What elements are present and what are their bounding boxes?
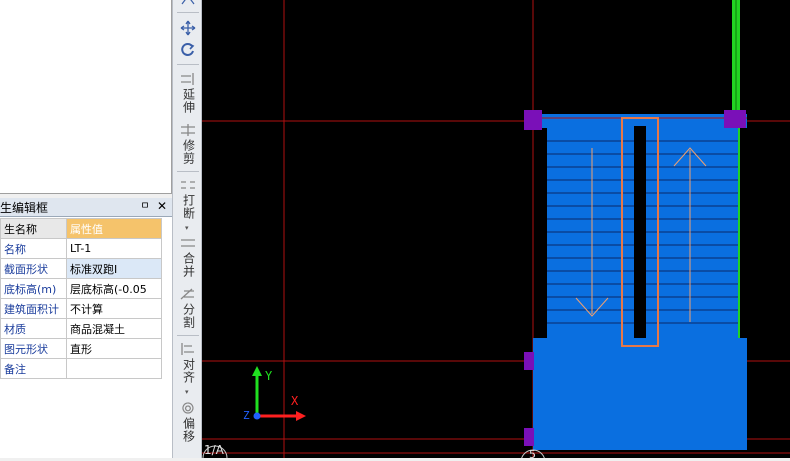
axis-z-label: Z: [243, 409, 250, 422]
modify-toolbar: 延伸 修剪 打断 ▾ 合并 分割 对齐 ▾ 偏移: [172, 0, 202, 458]
toolbar-label-trim[interactable]: 修剪: [180, 139, 196, 169]
break-label: 打断: [181, 194, 196, 220]
column-marker[interactable]: [524, 110, 542, 130]
align-label: 对齐: [181, 358, 196, 384]
property-value[interactable]: 标准双跑I: [66, 258, 162, 279]
drawing-canvas[interactable]: Y X Z 1/A 5: [202, 0, 790, 461]
column-marker[interactable]: [724, 110, 746, 128]
canvas-svg: [202, 0, 790, 458]
toolbar-label-merge[interactable]: 合并: [180, 252, 196, 282]
pin-icon[interactable]: ㅁ: [140, 200, 150, 213]
header-value-col: 属性值: [66, 218, 162, 239]
property-row[interactable]: 材质 商品混凝土: [0, 318, 162, 339]
property-name: 图元形状: [0, 338, 67, 359]
stair-landing-bottom[interactable]: [533, 338, 747, 450]
extend-icon[interactable]: [180, 72, 196, 86]
grid-label-bottom: 5: [529, 448, 536, 461]
move-icon[interactable]: [180, 20, 196, 36]
toolbar-separator: [177, 171, 199, 172]
property-value[interactable]: 不计算: [66, 298, 162, 319]
property-value[interactable]: LT-1: [66, 238, 162, 259]
axis-y-label: Y: [265, 369, 273, 383]
split-label: 分割: [181, 303, 196, 329]
offset-label: 偏移: [181, 417, 196, 443]
break-icon[interactable]: [180, 178, 196, 192]
header-name-col: 生名称: [0, 218, 67, 239]
toolbar-label-break[interactable]: 打断: [180, 194, 196, 224]
property-value[interactable]: 层底标高(-0.05: [66, 278, 162, 299]
column-marker[interactable]: [524, 428, 534, 446]
property-name: 名称: [0, 238, 67, 259]
split-icon[interactable]: [180, 287, 196, 301]
stair-well: [634, 126, 646, 338]
toolbar-label-extend[interactable]: 延伸: [180, 88, 196, 118]
dropdown-arrow-icon[interactable]: ▾: [185, 388, 189, 396]
property-name: 材质: [0, 318, 67, 339]
property-value[interactable]: 直形: [66, 338, 162, 359]
property-row[interactable]: 建筑面积计 不计算: [0, 298, 162, 319]
property-name: 备注: [0, 358, 67, 379]
property-name: 建筑面积计: [0, 298, 67, 319]
align-icon[interactable]: [180, 342, 196, 356]
property-value[interactable]: [66, 358, 162, 379]
merge-icon[interactable]: [180, 236, 196, 250]
mirror-icon[interactable]: [180, 0, 196, 6]
property-name: 截面形状: [0, 258, 67, 279]
toolbar-separator: [177, 12, 199, 13]
property-table: 生名称 属性值 名称 LT-1 截面形状 标准双跑I 底标高(m) 层底标高(-…: [0, 218, 162, 379]
toolbar-label-offset[interactable]: 偏移: [180, 417, 196, 447]
rotate-icon[interactable]: [180, 42, 196, 58]
property-name: 底标高(m): [0, 278, 67, 299]
dropdown-arrow-icon[interactable]: ▾: [185, 224, 189, 232]
property-table-header: 生名称 属性值: [0, 218, 162, 239]
property-row[interactable]: 底标高(m) 层底标高(-0.05: [0, 278, 162, 299]
toolbar-label-align[interactable]: 对齐: [180, 358, 196, 388]
extend-label: 延伸: [181, 88, 196, 114]
trim-label: 修剪: [181, 139, 196, 165]
axis-x-label: X: [291, 394, 299, 408]
property-row[interactable]: 名称 LT-1: [0, 238, 162, 259]
property-panel-title: 生编辑框: [0, 201, 49, 215]
grid-label-left: 1/A: [204, 443, 224, 457]
trim-icon[interactable]: [180, 123, 196, 137]
property-panel: 生编辑框 ㅁ ✕ 生名称 属性值 名称 LT-1 截面形状 标准双跑I 底标高(…: [0, 198, 172, 458]
close-icon[interactable]: ✕: [156, 200, 168, 213]
property-row[interactable]: 图元形状 直形: [0, 338, 162, 359]
toolbar-separator: [177, 64, 199, 65]
stair-landing-top[interactable]: [535, 114, 747, 128]
property-row[interactable]: 备注: [0, 358, 162, 379]
column-marker[interactable]: [524, 352, 534, 370]
property-row[interactable]: 截面形状 标准双跑I: [0, 258, 162, 279]
property-value[interactable]: 商品混凝土: [66, 318, 162, 339]
offset-icon[interactable]: [180, 401, 196, 415]
toolbar-separator: [177, 335, 199, 336]
property-panel-header: 生编辑框 ㅁ ✕: [0, 198, 172, 217]
toolbar-label-split[interactable]: 分割: [180, 303, 196, 333]
drawing-list-pane: [0, 0, 172, 194]
merge-label: 合并: [181, 252, 196, 278]
